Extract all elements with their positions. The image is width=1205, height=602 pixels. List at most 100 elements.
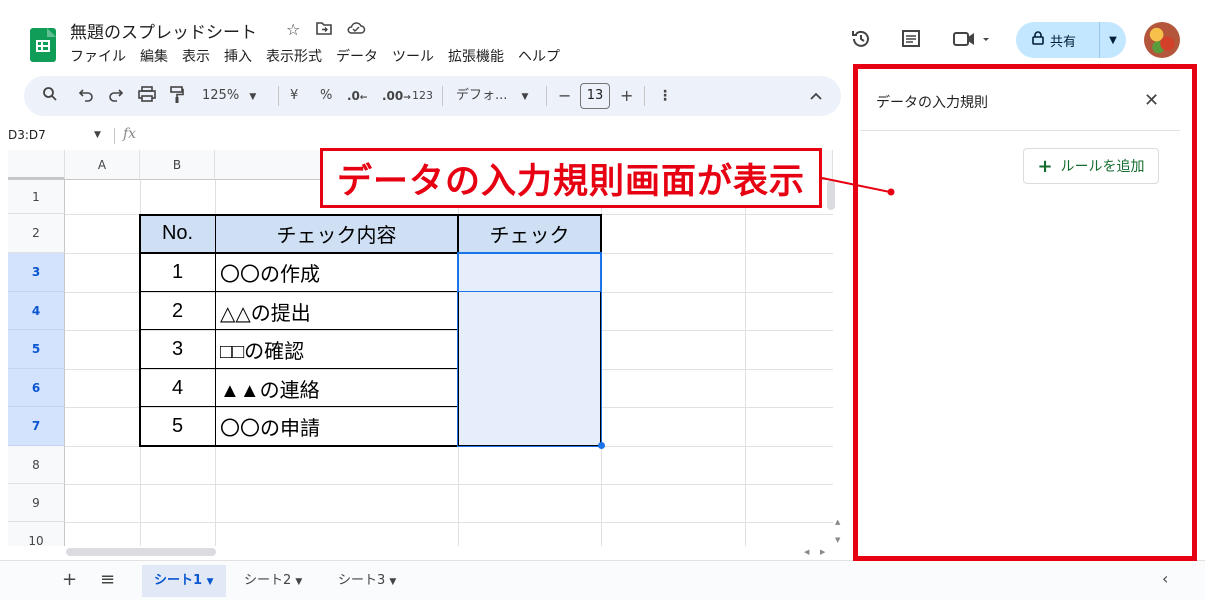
table-cell-check[interactable] <box>458 330 601 369</box>
table-cell-content[interactable]: △△の提出 <box>215 292 458 330</box>
row-header-9[interactable]: 9 <box>8 484 65 522</box>
share-dropdown-icon[interactable]: ▼ <box>1100 35 1126 46</box>
row-header-5[interactable]: 5 <box>8 330 65 369</box>
chevron-down-icon[interactable]: ▼ <box>94 130 101 140</box>
redo-icon[interactable] <box>108 86 124 108</box>
undo-icon[interactable] <box>78 86 94 108</box>
menu-edit[interactable]: 編集 <box>140 46 168 66</box>
table-cell-check[interactable] <box>458 253 601 292</box>
decrease-decimal-button[interactable]: .0← <box>347 86 367 108</box>
menu-help[interactable]: ヘルプ <box>518 46 560 66</box>
zoom-select[interactable]: 125% ▼ <box>202 86 256 107</box>
row-header-10[interactable]: 10 <box>8 522 65 546</box>
spreadsheet-grid[interactable]: A B 1 2 3 4 5 6 7 8 9 10 No. チェック内容 チェック… <box>8 150 833 546</box>
formula-divider <box>114 128 115 144</box>
row-header-4[interactable]: 4 <box>8 292 65 330</box>
lock-icon <box>1032 31 1044 49</box>
menu-format[interactable]: 表示形式 <box>266 46 322 66</box>
gridline <box>65 484 833 485</box>
more-formats-button[interactable]: 123 <box>412 86 433 106</box>
paint-format-icon[interactable] <box>170 86 184 110</box>
row-header-8[interactable]: 8 <box>8 446 65 484</box>
font-select[interactable]: デフォ... ▼ <box>456 86 528 107</box>
document-title[interactable]: 無題のスプレッドシート <box>70 18 257 43</box>
percent-format-button[interactable]: % <box>320 86 332 106</box>
search-menus-icon[interactable] <box>42 86 58 108</box>
name-box[interactable]: D3:D7 <box>8 128 46 142</box>
select-all-corner[interactable] <box>8 150 65 180</box>
scroll-right-icon[interactable]: ▶ <box>820 548 825 556</box>
chevron-down-icon: ▼ <box>389 577 397 587</box>
table-header-content[interactable]: チェック内容 <box>215 214 458 253</box>
scroll-left-icon[interactable]: ◀ <box>804 548 809 556</box>
share-button[interactable]: 共有 ▼ <box>1016 22 1126 58</box>
table-cell-content[interactable]: 〇〇の作成 <box>215 253 458 292</box>
table-cell-no[interactable]: 3 <box>140 330 215 369</box>
close-icon[interactable]: ✕ <box>1144 90 1159 111</box>
table-cell-content[interactable]: 〇〇の申請 <box>215 407 458 446</box>
cloud-status-icon[interactable] <box>346 20 366 39</box>
table-cell-content[interactable]: □□の確認 <box>215 330 458 369</box>
sheet-tab-3[interactable]: シート3 ▼ <box>326 565 408 597</box>
menu-tools[interactable]: ツール <box>392 46 434 66</box>
menu-view[interactable]: 表示 <box>182 46 210 66</box>
comments-icon[interactable] <box>900 28 922 55</box>
table-cell-no[interactable]: 2 <box>140 292 215 330</box>
table-header-check[interactable]: チェック <box>458 214 601 253</box>
currency-format-button[interactable]: ¥ <box>290 86 298 106</box>
column-header-a[interactable]: A <box>65 150 140 180</box>
fill-handle[interactable] <box>598 442 605 449</box>
row-header-1[interactable]: 1 <box>8 180 65 214</box>
meet-video-icon[interactable] <box>952 28 992 55</box>
sheets-logo-icon[interactable] <box>30 28 56 62</box>
collapse-side-panel-icon[interactable]: ‹ <box>1162 569 1168 588</box>
decrease-font-size-button[interactable]: − <box>558 86 571 106</box>
row-header-2[interactable]: 2 <box>8 214 65 253</box>
table-cell-no[interactable]: 5 <box>140 407 215 446</box>
move-folder-icon[interactable] <box>316 20 332 39</box>
toolbar-divider <box>442 86 443 106</box>
font-value: デフォ... <box>456 88 508 103</box>
table-cell-content[interactable]: ▲▲の連絡 <box>215 369 458 407</box>
menu-insert[interactable]: 挿入 <box>224 46 252 66</box>
column-header-b[interactable]: B <box>140 150 215 180</box>
zoom-value: 125% <box>202 88 240 103</box>
version-history-icon[interactable] <box>850 28 872 55</box>
scroll-down-icon[interactable]: ▼ <box>835 536 840 544</box>
table-border <box>140 406 458 407</box>
table-cell-check[interactable] <box>458 407 601 446</box>
menu-file[interactable]: ファイル <box>70 46 126 66</box>
table-header-no[interactable]: No. <box>140 214 215 253</box>
increase-font-size-button[interactable]: + <box>620 86 633 106</box>
table-border <box>140 214 602 216</box>
table-cell-check[interactable] <box>458 369 601 407</box>
horizontal-scrollbar[interactable] <box>66 548 216 556</box>
table-cell-no[interactable]: 4 <box>140 369 215 407</box>
add-rule-button[interactable]: + ルールを追加 <box>1023 148 1159 184</box>
table-border <box>457 214 459 447</box>
collapse-toolbar-icon[interactable] <box>810 86 822 106</box>
menu-extensions[interactable]: 拡張機能 <box>448 46 504 66</box>
star-icon[interactable]: ☆ <box>286 20 300 39</box>
row-header-6[interactable]: 6 <box>8 369 65 407</box>
all-sheets-icon[interactable]: ≡ <box>100 569 115 590</box>
row-header-7[interactable]: 7 <box>8 407 65 446</box>
row-header-3[interactable]: 3 <box>8 253 65 292</box>
print-icon[interactable] <box>138 86 156 108</box>
sheet-tab-label: シート1 <box>154 573 203 588</box>
scroll-up-icon[interactable]: ▲ <box>835 518 840 526</box>
increase-decimal-button[interactable]: .00→ <box>382 86 411 108</box>
plus-icon: + <box>1037 155 1053 177</box>
avatar[interactable] <box>1144 22 1180 58</box>
table-cell-no[interactable]: 1 <box>140 253 215 292</box>
menu-data[interactable]: データ <box>336 46 378 66</box>
share-main-button[interactable]: 共有 <box>1016 22 1100 58</box>
add-sheet-icon[interactable]: + <box>62 569 77 590</box>
table-cell-check[interactable] <box>458 292 601 330</box>
more-options-icon[interactable]: ⋮ <box>658 86 672 106</box>
font-size-input[interactable]: 13 <box>580 83 610 109</box>
vertical-scrollbar[interactable] <box>827 180 835 210</box>
sheet-tab-2[interactable]: シート2 ▼ <box>232 565 314 597</box>
sheet-tab-label: シート2 <box>244 573 292 588</box>
sheet-tab-1[interactable]: シート1 ▼ <box>142 565 226 597</box>
